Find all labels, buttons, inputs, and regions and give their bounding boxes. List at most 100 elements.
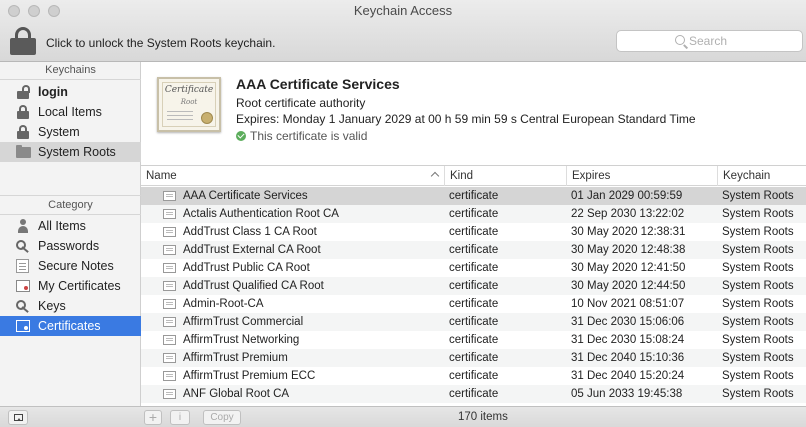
certificate-icon	[163, 371, 176, 381]
sidebar-item-label: Keys	[38, 299, 66, 313]
sidebar-item-secure-notes[interactable]: Secure Notes	[0, 256, 141, 276]
cell-name: AAA Certificate Services	[183, 190, 308, 202]
cell-expires: 01 Jan 2029 00:59:59	[571, 190, 683, 202]
cell-expires: 05 Jun 2033 19:45:38	[571, 388, 683, 400]
cell-kind: certificate	[449, 208, 499, 220]
certificate-icon	[163, 191, 176, 201]
sidebar-item-label: All Items	[38, 219, 86, 233]
column-header-kind[interactable]: Kind	[445, 166, 567, 186]
sidebar: Keychains login Local Items System Syste…	[0, 62, 141, 406]
cell-expires: 30 May 2020 12:48:38	[571, 244, 686, 256]
sidebar-item-label: System Roots	[38, 145, 116, 159]
certificates-table: Name Kind Expires Keychain AAA Certifica…	[141, 166, 806, 406]
cell-name: AddTrust Qualified CA Root	[183, 280, 324, 292]
sidebar-item-keys[interactable]: Keys	[0, 296, 141, 316]
sidebar-item-certificates[interactable]: Certificates	[0, 316, 141, 336]
table-row[interactable]: AddTrust External CA Root certificate 30 M…	[141, 241, 806, 259]
key-icon	[16, 300, 30, 312]
cell-keychain: System Roots	[722, 190, 794, 202]
window-title: Keychain Access	[353, 3, 453, 18]
table-row[interactable]: AddTrust Qualified CA Root certificate 30 …	[141, 277, 806, 295]
table-row[interactable]: AddTrust Public CA Root certificate 30 May…	[141, 259, 806, 277]
sidebar-item-login[interactable]: login	[0, 82, 141, 102]
keychains-header: Keychains	[0, 62, 141, 80]
unlock-keychain-lock-icon[interactable]	[10, 27, 36, 55]
cell-keychain: System Roots	[722, 388, 794, 400]
search-field[interactable]	[616, 30, 803, 52]
sidebar-item-passwords[interactable]: Passwords	[0, 236, 141, 256]
column-header-name[interactable]: Name	[141, 166, 445, 186]
sidebar-item-label: System	[38, 125, 80, 139]
cell-keychain: System Roots	[722, 298, 794, 310]
cell-name: AffirmTrust Networking	[183, 334, 300, 346]
cell-expires: 30 May 2020 12:41:50	[571, 262, 686, 274]
add-item-button[interactable]: +	[144, 410, 162, 425]
sidebar-item-system-roots[interactable]: System Roots	[0, 142, 141, 162]
cell-keychain: System Roots	[722, 262, 794, 274]
certificate-name: AAA Certificate Services	[236, 76, 400, 92]
cell-name: Actalis Authentication Root CA	[183, 208, 339, 220]
sidebar-item-all-items[interactable]: All Items	[0, 216, 141, 236]
table-row[interactable]: Admin-Root-CA certificate 10 Nov 2021 08:5…	[141, 295, 806, 313]
validity-text: This certificate is valid	[250, 129, 368, 143]
column-header-expires[interactable]: Expires	[567, 166, 718, 186]
cell-name: AddTrust Class 1 CA Root	[183, 226, 317, 238]
cell-name: ANF Global Root CA	[183, 388, 290, 400]
category-header: Category	[0, 195, 141, 215]
sidebar-item-system[interactable]: System	[0, 122, 141, 142]
cell-keychain: System Roots	[722, 316, 794, 328]
cell-expires: 31 Dec 2030 15:08:24	[571, 334, 685, 346]
search-icon	[675, 35, 685, 45]
cell-expires: 30 May 2020 12:38:31	[571, 226, 686, 238]
cell-name: Admin-Root-CA	[183, 298, 264, 310]
table-row[interactable]: Actalis Authentication Root CA certificat…	[141, 205, 806, 223]
table-row[interactable]: AAA Certificate Services certificate 01 Ja…	[141, 187, 806, 205]
table-row[interactable]: AffirmTrust Commercial certificate 31 Dec …	[141, 313, 806, 331]
cell-keychain: System Roots	[722, 226, 794, 238]
cell-kind: certificate	[449, 370, 499, 382]
certificate-icon	[163, 227, 176, 237]
certificate-icon	[163, 317, 176, 327]
window-toolbar: Keychain Access Click to unlock the Syst…	[0, 0, 806, 62]
cell-keychain: System Roots	[722, 280, 794, 292]
cell-kind: certificate	[449, 298, 499, 310]
certificate-detail-panel: Certificate Root AAA Certificate Service…	[141, 62, 806, 166]
cell-name: AddTrust External CA Root	[183, 244, 321, 256]
table-row[interactable]: ANF Global Root CA certificate 05 Jun 2033…	[141, 385, 806, 403]
copy-button[interactable]: Copy	[203, 410, 241, 425]
table-row[interactable]: AffirmTrust Premium certificate 31 Dec 204…	[141, 349, 806, 367]
sidebar-item-label: Passwords	[38, 239, 100, 253]
sidebar-item-label: Certificates	[38, 319, 101, 333]
certificate-validity: This certificate is valid	[236, 129, 367, 143]
table-row[interactable]: AffirmTrust Premium ECC certificate 31 Dec…	[141, 367, 806, 385]
cell-kind: certificate	[449, 190, 499, 202]
search-input[interactable]	[689, 33, 799, 49]
certificate-icon	[163, 389, 176, 399]
certificate-image-icon: Certificate Root	[157, 77, 221, 132]
info-button[interactable]: i	[170, 410, 190, 425]
cell-kind: certificate	[449, 244, 499, 256]
column-header-keychain[interactable]: Keychain	[718, 166, 806, 186]
certificate-icon	[163, 281, 176, 291]
cell-name: AffirmTrust Premium	[183, 352, 288, 364]
cell-expires: 30 May 2020 12:44:50	[571, 280, 686, 292]
cell-keychain: System Roots	[722, 334, 794, 346]
show-hide-sidebar-button[interactable]	[8, 410, 28, 425]
cell-kind: certificate	[449, 388, 499, 400]
cell-name: AffirmTrust Commercial	[183, 316, 304, 328]
key-icon	[16, 240, 30, 252]
cell-keychain: System Roots	[722, 370, 794, 382]
table-row[interactable]: AddTrust Class 1 CA Root certificate 30 Ma…	[141, 223, 806, 241]
cell-name: AddTrust Public CA Root	[183, 262, 310, 274]
sidebar-item-my-certificates[interactable]: My Certificates	[0, 276, 141, 296]
sidebar-item-label: Local Items	[38, 105, 102, 119]
certificate-icon	[163, 299, 176, 309]
folder-icon	[16, 145, 31, 158]
cell-kind: certificate	[449, 280, 499, 292]
cell-kind: certificate	[449, 316, 499, 328]
sidebar-item-local-items[interactable]: Local Items	[0, 102, 141, 122]
table-row[interactable]: AffirmTrust Networking certificate 31 Dec …	[141, 331, 806, 349]
cell-keychain: System Roots	[722, 244, 794, 256]
cell-expires: 31 Dec 2030 15:06:06	[571, 316, 685, 328]
sidebar-item-label: My Certificates	[38, 279, 121, 293]
